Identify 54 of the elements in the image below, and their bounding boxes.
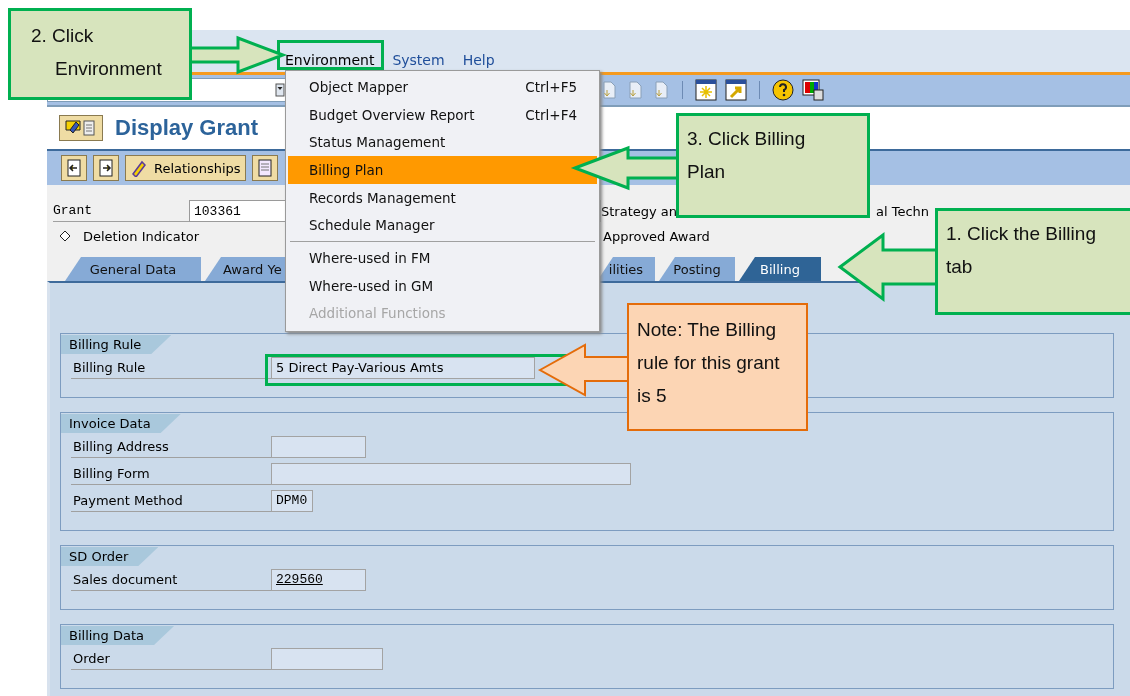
tab[interactable]: General Data <box>65 257 201 281</box>
tab[interactable]: ilities <box>597 257 655 281</box>
menu-title[interactable]: Help <box>462 52 495 68</box>
step-callout: 3. Click Billing Plan <box>676 113 870 218</box>
page-title: Display Grant <box>115 115 259 141</box>
relationships-button[interactable]: Relationships <box>125 155 246 181</box>
deletion-indicator: Deletion Indicator <box>83 228 200 244</box>
document-icon <box>256 159 273 177</box>
step-callout: 2. Click Environment <box>8 8 192 100</box>
page-right-icon <box>98 159 114 177</box>
menu-item[interactable]: Budget Overview Report Ctrl+F4 <box>288 100 597 129</box>
group-title: SD Order <box>61 547 159 566</box>
input-field[interactable]: 5 Direct Pay-Various Amts <box>271 356 535 379</box>
group-title: Billing Rule <box>61 335 172 354</box>
dropdown-icon[interactable] <box>275 83 285 97</box>
input-field[interactable] <box>271 647 383 670</box>
field-label: Sales document <box>71 568 271 591</box>
monitor-icon[interactable] <box>802 79 824 101</box>
diamond-icon <box>59 230 71 242</box>
menu-item[interactable]: Schedule Manager <box>288 211 597 240</box>
menu-item[interactable]: Where-used in FM <box>288 244 597 272</box>
page-left-icon <box>66 159 82 177</box>
menu-title[interactable]: System <box>392 52 445 68</box>
next-button[interactable] <box>93 155 119 181</box>
menu-item[interactable]: Status Management <box>288 128 597 157</box>
tab[interactable]: Posting <box>659 257 735 281</box>
field-label: Billing Address <box>71 435 271 458</box>
display-change-button[interactable] <box>59 115 103 141</box>
group-title: Invoice Data <box>61 414 181 433</box>
menu-item[interactable]: Where-used in GM <box>288 271 597 300</box>
grant-description: Strategy an <box>601 203 678 219</box>
field-label: Billing Rule <box>71 356 271 379</box>
help-icon[interactable] <box>772 79 794 101</box>
previous-button[interactable] <box>61 155 87 181</box>
link-field[interactable]: 229560 <box>271 568 366 591</box>
document-button[interactable] <box>251 155 278 181</box>
input-field[interactable] <box>271 435 366 458</box>
step-callout: 1. Click the Billing tab <box>935 208 1130 315</box>
status-text: Approved Award <box>603 228 710 244</box>
field-label: Order <box>71 647 271 670</box>
shortcut-icon[interactable] <box>725 79 747 101</box>
grant-description: al Techn <box>876 203 930 219</box>
new-window-icon[interactable] <box>695 79 717 101</box>
field-label: Payment Method <box>71 489 271 512</box>
menu-item[interactable]: Billing Plan <box>288 156 597 184</box>
menu-title[interactable]: Environment <box>285 52 375 68</box>
pencil-icon <box>130 159 146 177</box>
group-title: Billing Data <box>61 626 175 645</box>
tab[interactable]: Billing <box>739 257 821 281</box>
input-field[interactable]: DPM0 <box>271 489 313 512</box>
field-label: Billing Form <box>71 462 271 485</box>
menu-item[interactable]: Records Management <box>288 183 597 212</box>
input-field[interactable] <box>271 462 631 485</box>
note-callout: Note: The Billing rule for this grant is 5 <box>627 303 808 431</box>
